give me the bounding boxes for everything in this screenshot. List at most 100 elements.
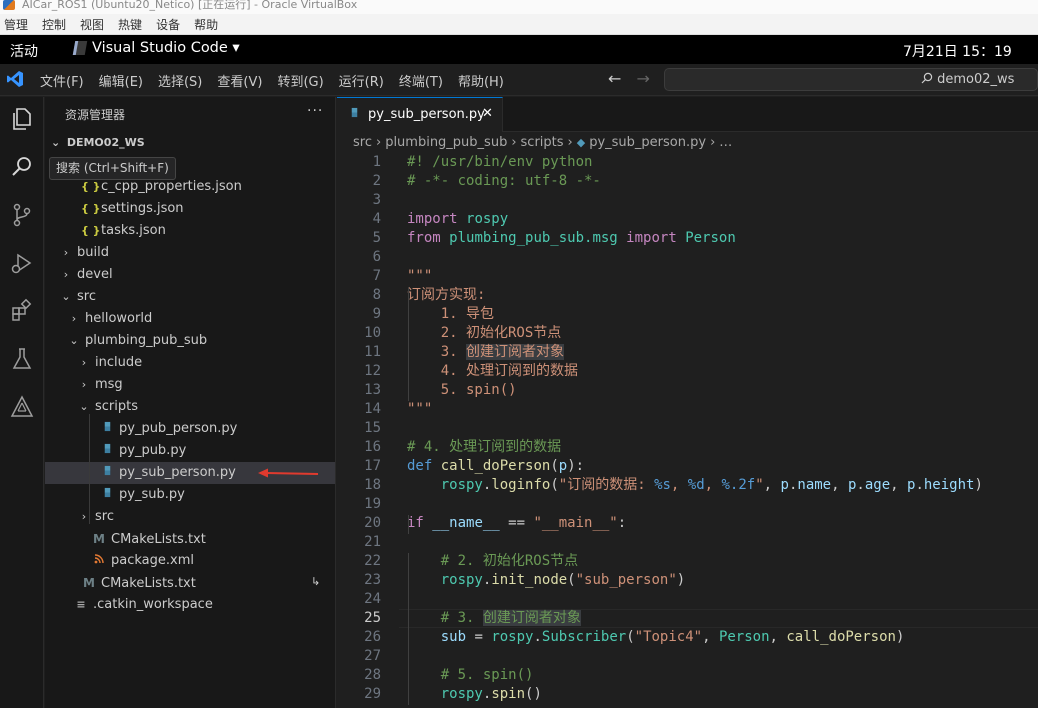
forward-arrow-icon[interactable]: → — [637, 69, 650, 88]
chevron-right-icon: › — [81, 356, 87, 369]
breadcrumb-item[interactable]: src — [353, 135, 372, 150]
code-line[interactable]: 4 import rospy — [337, 210, 1038, 229]
tree-item[interactable]: package.xml — [45, 550, 335, 572]
activities-button[interactable]: 活动 — [10, 41, 38, 61]
code-line[interactable]: 20 if __name__ == "__main__": — [337, 514, 1038, 533]
code-line[interactable]: 28 # 5. spin() — [337, 666, 1038, 685]
menu-go[interactable]: 转到(G) — [277, 71, 323, 90]
tree-item[interactable]: { }tasks.json — [45, 220, 335, 242]
run-debug-icon[interactable] — [8, 249, 36, 277]
gnome-top-bar: 活动 Visual Studio Code ▾ 7月21日 15：19 — [0, 35, 1038, 64]
code-line[interactable]: 12 4. 处理订阅到的数据 — [337, 362, 1038, 381]
menu-selection[interactable]: 选择(S) — [158, 71, 202, 90]
explorer-icon[interactable] — [8, 105, 36, 133]
explorer-title: 资源管理器 — [65, 108, 126, 122]
code-line[interactable]: 27 — [337, 647, 1038, 666]
menu-run[interactable]: 运行(R) — [339, 71, 384, 90]
tree-item[interactable]: › include — [45, 352, 335, 374]
code-line[interactable]: 1 #! /usr/bin/env python — [337, 153, 1038, 172]
vbox-menu-view[interactable]: 视图 — [80, 16, 104, 33]
menu-view[interactable]: 查看(V) — [217, 71, 262, 90]
vbox-menu-manage[interactable]: 管理 — [4, 16, 28, 33]
tree-item-label: package.xml — [111, 553, 194, 568]
line-number: 29 — [364, 686, 381, 702]
code-line[interactable]: 16 # 4. 处理订阅到的数据 — [337, 438, 1038, 457]
line-text: """ — [407, 401, 433, 417]
code-line[interactable]: 2 # -*- coding: utf-8 -*- — [337, 172, 1038, 191]
search-icon — [921, 72, 933, 84]
vbox-menu-devices[interactable]: 设备 — [156, 16, 180, 33]
activity-bar — [0, 97, 44, 708]
back-arrow-icon[interactable]: ← — [608, 69, 621, 88]
code-line[interactable]: 18 rospy.loginfo("订阅的数据: %s, %d, %.2f", … — [337, 476, 1038, 495]
menu-file[interactable]: 文件(F) — [40, 71, 84, 90]
app-menu[interactable]: Visual Studio Code ▾ — [72, 40, 240, 56]
workspace-header[interactable]: ⌄ DEMO02_WS — [51, 136, 145, 149]
code-line[interactable]: 26 sub = rospy.Subscriber("Topic4", Pers… — [337, 628, 1038, 647]
code-line[interactable]: 25 # 3. 创建订阅者对象 — [337, 609, 1038, 628]
line-number: 8 — [372, 287, 381, 303]
tree-item-label: scripts — [95, 399, 138, 414]
extensions-icon[interactable] — [8, 297, 36, 325]
clock[interactable]: 7月21日 15：19 — [903, 41, 1012, 61]
breadcrumb-item[interactable]: … — [719, 135, 732, 150]
vbox-menu-control[interactable]: 控制 — [42, 16, 66, 33]
code-line[interactable]: 8 订阅方实现: — [337, 286, 1038, 305]
tree-item[interactable]: › devel — [45, 264, 335, 286]
tree-item[interactable]: ≡ .catkin_workspace — [45, 594, 335, 616]
code-line[interactable]: 29 rospy.spin() — [337, 685, 1038, 704]
tree-item[interactable]: ⌄ plumbing_pub_sub — [45, 330, 335, 352]
more-actions-icon[interactable]: ··· — [307, 103, 323, 119]
code-line[interactable]: 24 — [337, 590, 1038, 609]
menu-edit[interactable]: 编辑(E) — [99, 71, 143, 90]
code-line[interactable]: 19 — [337, 495, 1038, 514]
tree-item-label: py_sub_person.py — [119, 465, 236, 480]
tree-item[interactable]: › build — [45, 242, 335, 264]
testing-flask-icon[interactable] — [8, 345, 36, 373]
line-number: 12 — [364, 363, 381, 379]
ros-extension-icon[interactable] — [8, 393, 36, 421]
virtualbox-icon — [3, 0, 15, 10]
code-line[interactable]: 21 — [337, 533, 1038, 552]
code-line[interactable]: 9 1. 导包 — [337, 305, 1038, 324]
menu-terminal[interactable]: 终端(T) — [399, 71, 443, 90]
menu-help[interactable]: 帮助(H) — [458, 71, 504, 90]
tree-item[interactable]: { }settings.json — [45, 198, 335, 220]
code-editor[interactable]: 1 #! /usr/bin/env python 2 # -*- coding: ut… — [337, 153, 1038, 705]
line-number: 21 — [364, 534, 381, 550]
json-icon: { } — [81, 202, 101, 215]
breadcrumb-item[interactable]: py_sub_person.py — [589, 135, 706, 150]
editor-tabs: py_sub_person.py ✕ — [337, 97, 1038, 132]
chevron-right-icon: › — [710, 135, 716, 150]
breadcrumb-item[interactable]: plumbing_pub_sub — [385, 135, 507, 150]
code-line[interactable]: 15 — [337, 419, 1038, 438]
vbox-menu-help[interactable]: 帮助 — [194, 16, 218, 33]
chevron-down-icon: ⌄ — [51, 136, 61, 149]
code-line[interactable]: 11 3. 创建订阅者对象 — [337, 343, 1038, 362]
code-line[interactable]: 13 5. spin() — [337, 381, 1038, 400]
code-line[interactable]: 17 def call_doPerson(p): — [337, 457, 1038, 476]
tab-py-sub-person[interactable]: py_sub_person.py ✕ — [337, 97, 503, 132]
code-line[interactable]: 10 2. 初始化ROS节点 — [337, 324, 1038, 343]
tree-item[interactable]: › helloworld — [45, 308, 335, 330]
close-icon[interactable]: ✕ — [482, 106, 493, 121]
code-line[interactable]: 22 # 2. 初始化ROS节点 — [337, 552, 1038, 571]
tree-item-label: src — [77, 289, 96, 304]
code-line[interactable]: 3 — [337, 191, 1038, 210]
tree-item[interactable]: ⌄ src — [45, 286, 335, 308]
code-line[interactable]: 6 — [337, 248, 1038, 267]
command-center-search[interactable]: demo02_ws — [664, 68, 1038, 91]
line-number: 10 — [364, 325, 381, 341]
tree-item[interactable]: M CMakeLists.txt — [45, 528, 335, 550]
explorer-sidebar: 资源管理器 ··· ⌄ DEMO02_WS { }c_cpp_propertie… — [45, 97, 336, 708]
breadcrumb-item[interactable]: scripts — [521, 135, 564, 150]
tree-item[interactable]: M CMakeLists.txt — [45, 572, 335, 594]
code-line[interactable]: 23 rospy.init_node("sub_person") — [337, 571, 1038, 590]
code-line[interactable]: 14 """ — [337, 400, 1038, 419]
search-icon[interactable] — [8, 153, 36, 181]
code-line[interactable]: 5 from plumbing_pub_sub.msg import Person — [337, 229, 1038, 248]
tree-item[interactable]: › msg — [45, 374, 335, 396]
code-line[interactable]: 7 """ — [337, 267, 1038, 286]
vbox-menu-hotkeys[interactable]: 热键 — [118, 16, 142, 33]
source-control-icon[interactable] — [8, 201, 36, 229]
